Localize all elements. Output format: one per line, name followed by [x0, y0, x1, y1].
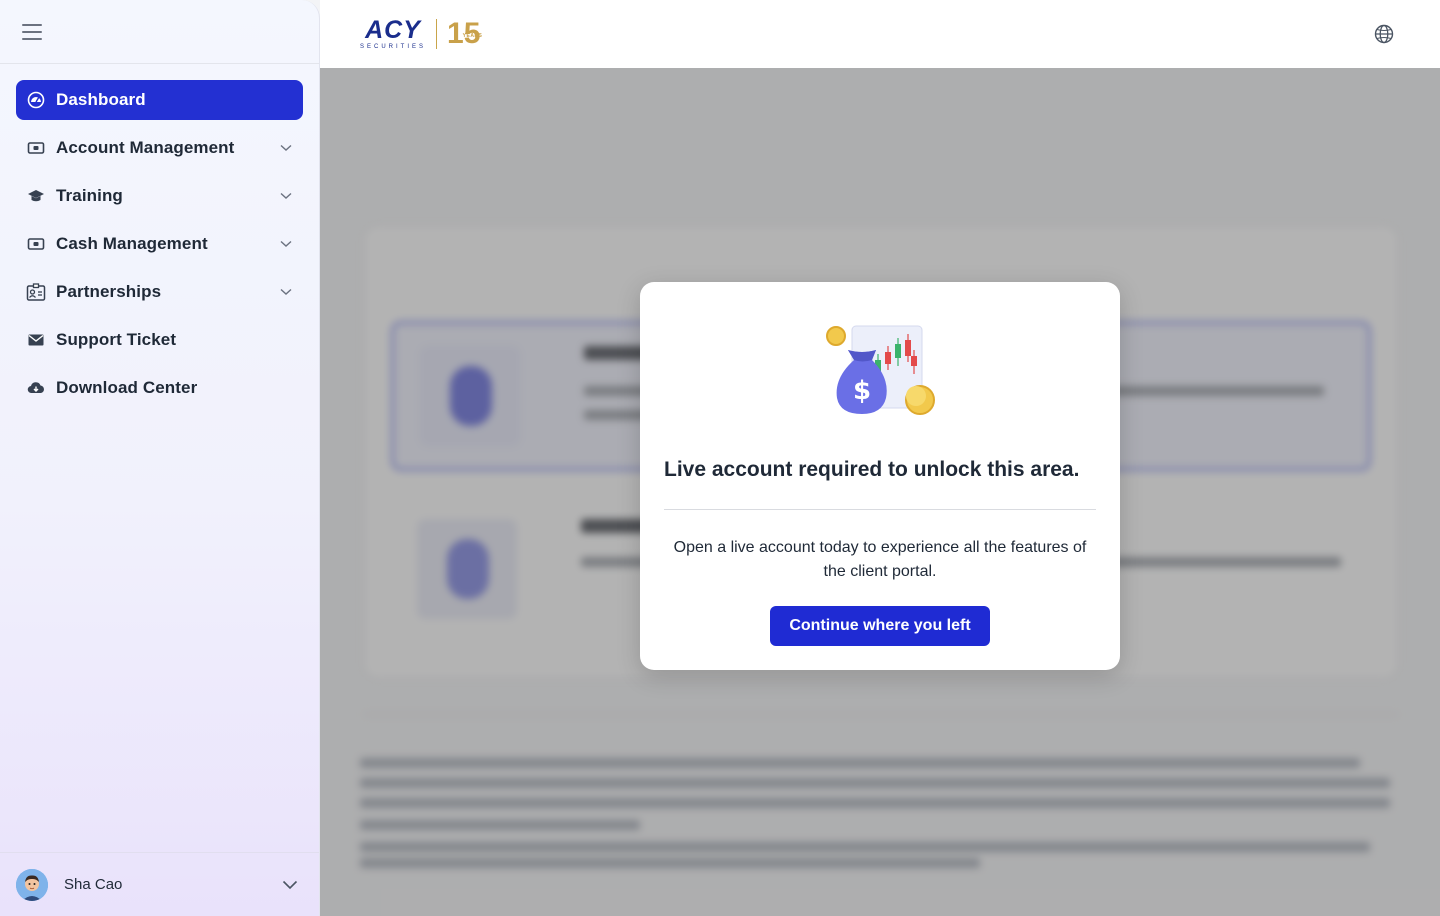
sidebar-item-account-management[interactable]: Account Management [16, 128, 303, 168]
envelope-icon [26, 330, 46, 350]
logo-text: ACY [365, 16, 421, 44]
sidebar-item-label: Support Ticket [56, 330, 177, 349]
sidebar-item-download-center[interactable]: Download Center [16, 368, 303, 408]
avatar [16, 868, 48, 901]
sidebar-item-partnerships[interactable]: Partnerships [16, 272, 303, 312]
sidebar-item-label: Dashboard [56, 90, 146, 109]
user-name: Sha Cao [64, 876, 123, 893]
hamburger-icon[interactable] [22, 23, 42, 40]
money-bag-chart-icon: $ [824, 322, 936, 418]
modal-description: Open a live account today to experience … [673, 539, 1087, 580]
chevron-down-icon[interactable] [279, 874, 301, 896]
sidebar-item-label: Partnerships [56, 282, 162, 301]
acy-logo: ACY SECURITIES [360, 16, 427, 51]
chevron-down-icon [279, 189, 293, 203]
logo-divider [436, 19, 438, 49]
graduation-cap-icon [26, 186, 46, 206]
globe-icon[interactable] [1374, 24, 1394, 44]
chevron-down-icon [279, 237, 293, 251]
sidebar-item-dashboard[interactable]: Dashboard [16, 80, 303, 120]
anniversary-badge: 15 YEARS [447, 19, 483, 49]
modal-title: Live account required to unlock this are… [664, 458, 1080, 481]
anniversary-years: YEARS [462, 33, 483, 39]
sidebar: Dashboard Account Management Training Ca… [0, 0, 320, 916]
live-account-modal: $ Live account required to unlock this a… [640, 282, 1120, 670]
sidebar-item-label: Download Center [56, 378, 198, 397]
logo-subtext: SECURITIES [360, 44, 427, 50]
sidebar-item-label: Training [56, 186, 123, 205]
continue-button[interactable]: Continue where you left [770, 606, 990, 646]
sidebar-header [0, 0, 319, 64]
wallet-icon [26, 138, 46, 158]
brand-logo[interactable]: ACY SECURITIES 15 YEARS [360, 16, 483, 51]
chevron-down-icon [279, 285, 293, 299]
sidebar-nav: Dashboard Account Management Training Ca… [0, 64, 319, 408]
dashboard-icon [26, 90, 46, 110]
id-card-icon [26, 282, 46, 302]
chevron-down-icon [279, 141, 293, 155]
user-profile[interactable]: Sha Cao [0, 852, 319, 916]
top-header: ACY SECURITIES 15 YEARS [320, 0, 1440, 68]
sidebar-item-cash-management[interactable]: Cash Management [16, 224, 303, 264]
cloud-download-icon [26, 378, 46, 398]
svg-text:$: $ [853, 376, 871, 406]
sidebar-item-label: Account Management [56, 138, 235, 157]
sidebar-item-label: Cash Management [56, 234, 208, 253]
cash-icon [26, 234, 46, 254]
modal-divider [664, 509, 1096, 510]
sidebar-item-training[interactable]: Training [16, 176, 303, 216]
sidebar-item-support-ticket[interactable]: Support Ticket [16, 320, 303, 360]
